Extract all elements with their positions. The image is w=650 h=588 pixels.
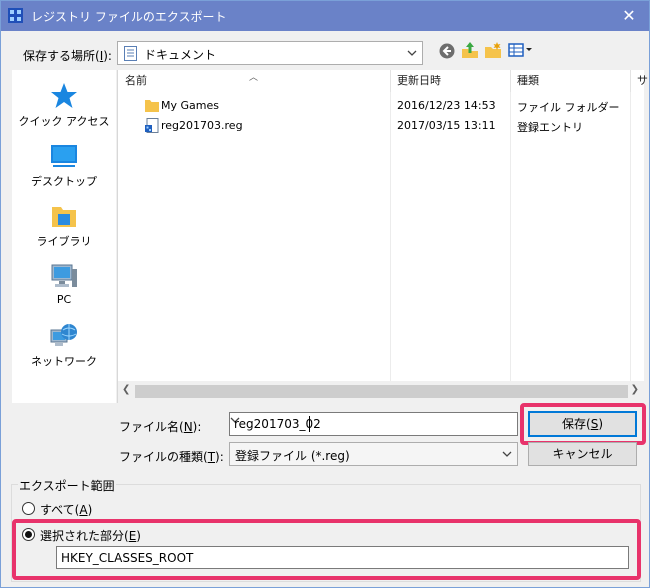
place-label: デスクトップ bbox=[31, 175, 97, 188]
radio-selected-branch-label[interactable]: 選択された部分(E) bbox=[40, 527, 141, 544]
new-folder-icon[interactable] bbox=[484, 41, 502, 59]
view-menu-icon bbox=[508, 43, 532, 57]
star-icon bbox=[51, 83, 77, 108]
documents-icon bbox=[124, 46, 137, 61]
scroll-right-icon[interactable]: ❯ bbox=[631, 384, 639, 395]
place-libraries[interactable]: ライブラリ bbox=[12, 201, 116, 249]
column-header-size[interactable]: サ bbox=[630, 70, 648, 92]
selected-branch-input[interactable]: HKEY_CLASSES_ROOT bbox=[56, 546, 629, 569]
column-header-type[interactable]: 種類 bbox=[510, 70, 630, 92]
selected-branch-value: HKEY_CLASSES_ROOT bbox=[61, 551, 194, 565]
place-quick-access[interactable]: クイック アクセス bbox=[12, 81, 116, 129]
close-button[interactable]: ✕ bbox=[609, 1, 649, 31]
library-icon bbox=[52, 207, 76, 227]
text-caret bbox=[309, 416, 310, 432]
radio-all[interactable] bbox=[22, 502, 35, 515]
file-type: ファイル フォルダー bbox=[517, 101, 620, 114]
list-item[interactable]: My Games 2016/12/23 14:53 ファイル フォルダー bbox=[118, 96, 644, 116]
place-pc[interactable]: PC bbox=[12, 261, 116, 306]
view-menu-button[interactable] bbox=[508, 41, 534, 59]
reg-file-icon bbox=[145, 118, 159, 133]
chevron-down-icon bbox=[407, 49, 417, 57]
folder-icon bbox=[145, 100, 159, 112]
file-type-value: 登録ファイル (*.reg) bbox=[235, 449, 350, 463]
radio-all-label[interactable]: すべて(A) bbox=[40, 501, 92, 518]
sort-ascending-icon: ︿ bbox=[249, 73, 259, 83]
file-date: 2017/03/15 13:11 bbox=[397, 119, 496, 132]
save-location-label: 保存する場所(I): bbox=[23, 49, 112, 63]
save-location-value: ドキュメント bbox=[144, 48, 217, 62]
back-icon[interactable] bbox=[438, 42, 456, 60]
file-name: My Games bbox=[161, 99, 219, 112]
radio-selected-branch[interactable] bbox=[22, 528, 35, 541]
file-list: 名前 ︿ 更新日時 種類 サ My Games 2016/12/23 14:53… bbox=[117, 70, 648, 403]
place-network[interactable]: ネットワーク bbox=[12, 321, 116, 369]
horizontal-scrollbar[interactable]: ❮ ❯ bbox=[118, 381, 644, 403]
place-desktop[interactable]: デスクトップ bbox=[12, 141, 116, 189]
export-dialog: レジストリ ファイルのエクスポート ✕ 保存する場所(I): ドキュメント クイ… bbox=[0, 0, 650, 588]
scroll-thumb[interactable] bbox=[135, 385, 628, 398]
chevron-down-icon bbox=[502, 450, 512, 458]
title-bar: レジストリ ファイルのエクスポート ✕ bbox=[1, 1, 649, 31]
file-date: 2016/12/23 14:53 bbox=[397, 99, 496, 112]
window-title: レジストリ ファイルのエクスポート bbox=[31, 10, 227, 24]
network-icon bbox=[50, 324, 77, 346]
file-name: reg201703.reg bbox=[161, 119, 243, 132]
computer-icon bbox=[51, 264, 77, 287]
save-location-combo[interactable]: ドキュメント bbox=[117, 41, 423, 65]
place-label: ネットワーク bbox=[31, 355, 97, 368]
save-button[interactable]: 保存(S) bbox=[528, 411, 637, 437]
desktop-icon bbox=[51, 145, 77, 167]
places-bar: クイック アクセス デスクトップ ライブラリ PC ネットワーク bbox=[12, 70, 116, 403]
export-range-legend: エクスポート範囲 bbox=[18, 477, 116, 494]
regedit-app-icon bbox=[8, 8, 23, 23]
list-item[interactable]: reg201703.reg 2017/03/15 13:11 登録エントリ bbox=[118, 116, 644, 136]
cancel-button[interactable]: キャンセル bbox=[528, 442, 637, 466]
file-name-value: reg201703_02 bbox=[234, 417, 321, 431]
place-label: PC bbox=[56, 293, 72, 306]
scroll-left-icon[interactable]: ❮ bbox=[122, 384, 130, 395]
file-type: 登録エントリ bbox=[517, 121, 583, 134]
place-label: クイック アクセス bbox=[18, 115, 110, 128]
place-label: ライブラリ bbox=[36, 235, 92, 248]
up-folder-icon[interactable] bbox=[461, 41, 479, 59]
file-name-label: ファイル名(N): bbox=[119, 420, 202, 434]
file-type-label: ファイルの種類(T): bbox=[119, 450, 224, 464]
column-header-date[interactable]: 更新日時 bbox=[390, 70, 510, 92]
file-name-input[interactable]: reg201703_02 bbox=[229, 412, 518, 436]
file-type-combo[interactable]: 登録ファイル (*.reg) bbox=[229, 442, 518, 466]
